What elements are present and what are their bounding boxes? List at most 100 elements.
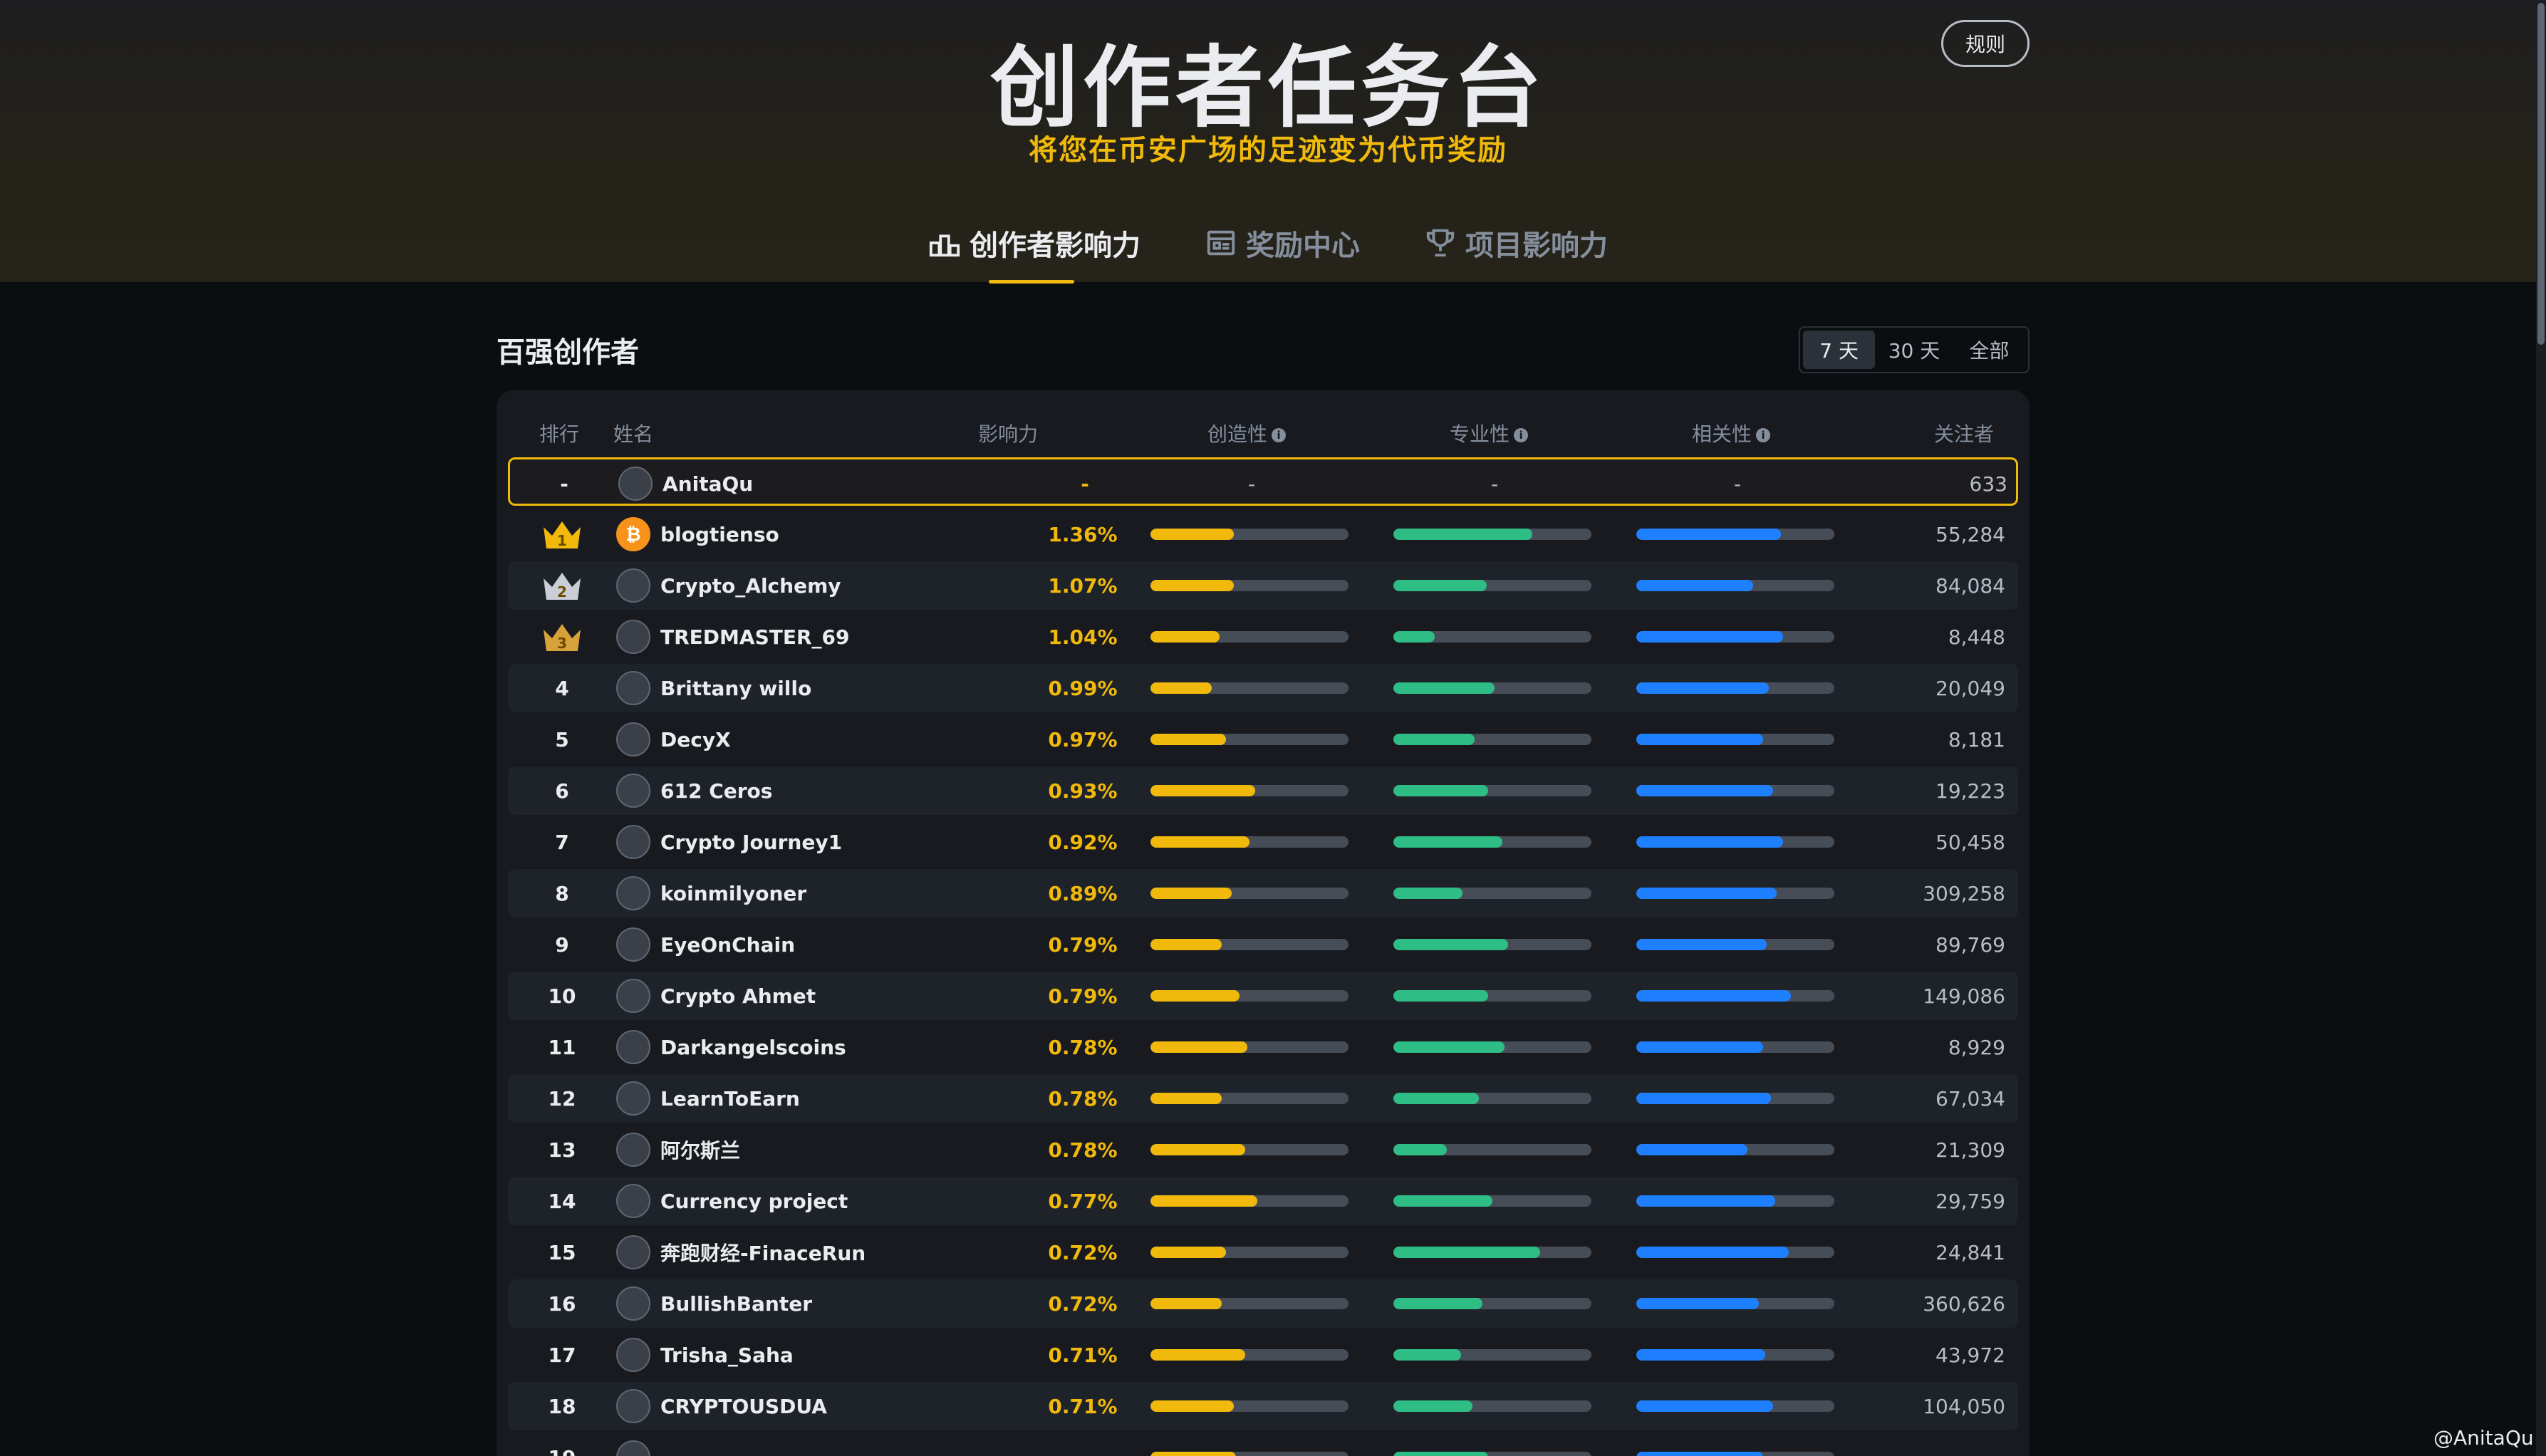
- table-row[interactable]: 11 Darkangelscoins 0.78% 8,929: [508, 1023, 2018, 1071]
- creativity-bar: [1150, 1195, 1349, 1207]
- current-user-row[interactable]: - AnitaQu - - - - 633: [508, 457, 2018, 506]
- page-header: 创作者任务台 将您在币安广场的足迹变为代币奖励 规则 创作者影响力 奖励中心 项…: [0, 0, 2536, 284]
- crown-rank: 2: [557, 583, 567, 600]
- avatar[interactable]: [616, 876, 650, 910]
- table-row[interactable]: 12 LearnToEarn 0.78% 67,034: [508, 1074, 2018, 1123]
- avatar[interactable]: [616, 1286, 650, 1321]
- table-row[interactable]: 17 Trisha_Saha 0.71% 43,972: [508, 1331, 2018, 1379]
- user-name[interactable]: DecyX: [660, 728, 731, 752]
- table-row[interactable]: 1 ₿ blogtienso 1.36% 55,284: [508, 510, 2018, 558]
- table-row[interactable]: 19: [508, 1433, 2018, 1456]
- avatar[interactable]: [616, 774, 650, 808]
- professionalism-cell: [1393, 715, 1591, 764]
- user-name[interactable]: CRYPTOUSDUA: [660, 1395, 827, 1418]
- name-cell: Darkangelscoins: [616, 1023, 972, 1071]
- relevance-bar-fill: [1636, 580, 1754, 591]
- creativity-bar: [1150, 1144, 1349, 1155]
- table-row[interactable]: 5 DecyX 0.97% 8,181: [508, 715, 2018, 764]
- name-cell: Trisha_Saha: [616, 1331, 972, 1379]
- relevance-bar: [1636, 1400, 1834, 1412]
- info-icon[interactable]: i: [1756, 428, 1771, 442]
- avatar[interactable]: [616, 825, 650, 859]
- name-cell: 612 Ceros: [616, 766, 972, 815]
- avatar[interactable]: [616, 671, 650, 705]
- user-name[interactable]: blogtienso: [660, 523, 779, 546]
- user-name[interactable]: Brittany willo: [660, 677, 811, 700]
- user-name[interactable]: Trisha_Saha: [660, 1343, 794, 1367]
- professionalism-bar: [1393, 1298, 1591, 1309]
- user-name[interactable]: BullishBanter: [660, 1292, 812, 1316]
- professionalism-bar-fill: [1393, 888, 1463, 899]
- user-name[interactable]: TREDMASTER_69: [660, 625, 849, 649]
- period-30d[interactable]: 30 天: [1878, 331, 1950, 369]
- table-row[interactable]: 7 Crypto Journey1 0.92% 50,458: [508, 818, 2018, 866]
- table-row[interactable]: 2 Crypto_Alchemy 1.07% 84,084: [508, 561, 2018, 610]
- user-name[interactable]: Crypto_Alchemy: [660, 574, 841, 598]
- avatar[interactable]: [616, 1440, 650, 1456]
- info-icon[interactable]: i: [1272, 428, 1287, 442]
- tab-project-influence[interactable]: 项目影响力: [1424, 218, 1608, 268]
- avatar[interactable]: [616, 620, 650, 654]
- table-row[interactable]: 6 612 Ceros 0.93% 19,223: [508, 766, 2018, 815]
- followers-cell: 20,049: [1936, 676, 2005, 700]
- user-name[interactable]: LearnToEarn: [660, 1087, 800, 1111]
- table-row[interactable]: 10 Crypto Ahmet 0.79% 149,086: [508, 972, 2018, 1020]
- relevance-bar: [1636, 529, 1834, 540]
- table-row[interactable]: 13 阿尔斯兰 0.78% 21,309: [508, 1125, 2018, 1174]
- table-row[interactable]: 15 奔跑财经-FinaceRun 0.72% 24,841: [508, 1228, 2018, 1276]
- user-name[interactable]: EyeOnChain: [660, 933, 795, 957]
- table-row[interactable]: 14 Currency project 0.77% 29,759: [508, 1177, 2018, 1225]
- table-row[interactable]: 18 CRYPTOUSDUA 0.71% 104,050: [508, 1382, 2018, 1430]
- user-name[interactable]: Darkangelscoins: [660, 1036, 846, 1059]
- avatar[interactable]: [616, 1030, 650, 1064]
- creativity-bar: [1150, 1298, 1349, 1309]
- user-name[interactable]: Crypto Ahmet: [660, 984, 816, 1008]
- avatar[interactable]: [616, 1338, 650, 1372]
- rank-cell: 19: [508, 1433, 616, 1456]
- avatar[interactable]: [616, 1389, 650, 1423]
- user-name[interactable]: Currency project: [660, 1190, 848, 1213]
- table-row[interactable]: 4 Brittany willo 0.99% 20,049: [508, 664, 2018, 712]
- avatar[interactable]: [616, 927, 650, 962]
- avatar[interactable]: [616, 1235, 650, 1269]
- professionalism-bar: [1393, 1041, 1591, 1053]
- creativity-cell: [1150, 766, 1349, 815]
- user-name[interactable]: koinmilyoner: [660, 882, 806, 905]
- creativity-cell: [1150, 1023, 1349, 1071]
- avatar[interactable]: [616, 979, 650, 1013]
- info-icon[interactable]: i: [1514, 428, 1529, 442]
- followers-cell: 104,050: [1923, 1394, 2005, 1418]
- user-name[interactable]: 奔跑财经-FinaceRun: [660, 1238, 866, 1267]
- table-row[interactable]: 16 BullishBanter 0.72% 360,626: [508, 1279, 2018, 1328]
- scrollbar-thumb[interactable]: [2537, 3, 2545, 345]
- bitcoin-avatar[interactable]: ₿: [616, 517, 650, 551]
- user-name[interactable]: Crypto Journey1: [660, 831, 842, 854]
- user-name[interactable]: 阿尔斯兰: [660, 1135, 740, 1164]
- followers-cell: 8,448: [1948, 625, 2005, 649]
- avatar[interactable]: [616, 722, 650, 756]
- tab-creator-influence[interactable]: 创作者影响力: [928, 218, 1140, 284]
- avatar[interactable]: [616, 1133, 650, 1167]
- avatar[interactable]: [616, 1081, 650, 1116]
- creativity-bar: [1150, 1400, 1349, 1412]
- professionalism-cell: [1393, 613, 1591, 661]
- page-scrollbar[interactable]: [2536, 0, 2546, 1456]
- period-7d[interactable]: 7 天: [1803, 331, 1876, 369]
- professionalism-cell: [1393, 1382, 1591, 1430]
- page-subtitle: 将您在币安广场的足迹变为代币奖励: [1029, 134, 1507, 167]
- table-row[interactable]: 3 TREDMASTER_69 1.04% 8,448: [508, 613, 2018, 661]
- professionalism-cell: [1393, 1331, 1591, 1379]
- table-row[interactable]: 9 EyeOnChain 0.79% 89,769: [508, 920, 2018, 969]
- rules-button[interactable]: 规则: [1941, 20, 2030, 67]
- period-all[interactable]: 全部: [1953, 331, 2025, 369]
- tab-reward-center[interactable]: 奖励中心: [1205, 218, 1360, 268]
- table-row[interactable]: 8 koinmilyoner 0.89% 309,258: [508, 869, 2018, 917]
- avatar[interactable]: [616, 568, 650, 603]
- creativity-bar: [1150, 836, 1349, 848]
- relevance-cell: [1636, 1023, 1834, 1071]
- user-name[interactable]: 612 Ceros: [660, 779, 772, 803]
- relevance-bar-fill: [1636, 1298, 1760, 1309]
- relevance-bar-fill: [1636, 1247, 1789, 1258]
- avatar[interactable]: [616, 1184, 650, 1218]
- creativity-bar: [1150, 682, 1349, 694]
